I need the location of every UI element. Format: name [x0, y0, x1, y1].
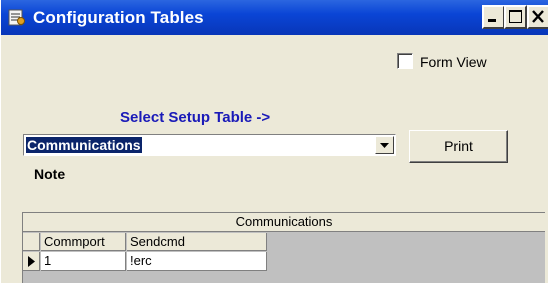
select-setup-table-label: Select Setup Table ->: [120, 109, 271, 126]
print-button[interactable]: Print: [409, 130, 508, 163]
maximize-button[interactable]: [504, 5, 527, 29]
cell-sendcmd[interactable]: !erc: [127, 252, 267, 271]
note-label: Note: [34, 166, 66, 182]
title-bar[interactable]: Configuration Tables: [1, 0, 548, 35]
window-title: Configuration Tables: [33, 8, 204, 27]
table-config-icon: [8, 9, 26, 26]
setup-table-dropdown[interactable]: Communications: [23, 134, 396, 156]
form-view-checkbox[interactable]: [397, 53, 413, 69]
cell-commport[interactable]: 1: [41, 252, 126, 271]
dropdown-arrow-button[interactable]: [375, 136, 394, 154]
grid-corner-header[interactable]: [23, 233, 40, 251]
row-selector[interactable]: [23, 252, 40, 271]
communications-grid[interactable]: Communications Commport Sendcmd 1 !erc: [22, 212, 545, 283]
chevron-down-icon: [380, 143, 389, 148]
form-view-label[interactable]: Form View: [420, 54, 487, 70]
column-header-commport[interactable]: Commport: [41, 233, 126, 251]
current-row-arrow-icon: [28, 256, 35, 267]
setup-table-selected-value: Communications: [26, 137, 142, 153]
configuration-window: Configuration Tables Form View Select Se…: [0, 0, 548, 283]
grid-caption: Communications: [23, 213, 545, 232]
minimize-button[interactable]: [482, 5, 505, 29]
close-button[interactable]: [527, 5, 548, 29]
column-header-sendcmd[interactable]: Sendcmd: [127, 233, 267, 251]
minimize-icon: [488, 19, 496, 22]
maximize-icon: [509, 10, 522, 23]
close-icon: [532, 10, 544, 23]
